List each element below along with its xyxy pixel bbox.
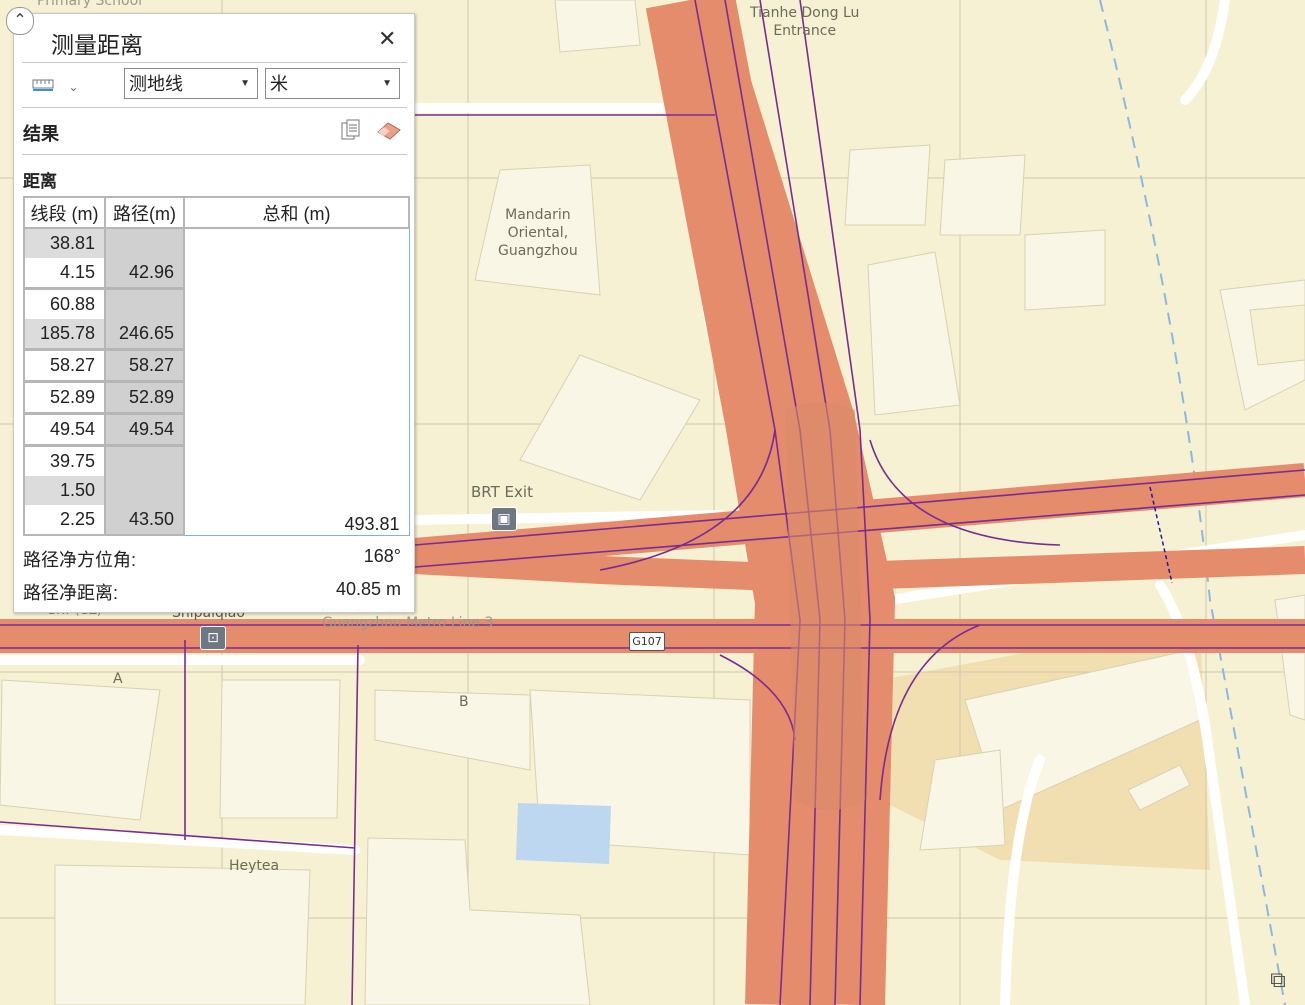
eraser-icon[interactable] (376, 120, 402, 140)
results-heading: 结果 (23, 124, 59, 144)
total-cell: 493.81 (183, 227, 410, 536)
bearing-value: 168° (363, 546, 401, 566)
path-cell: 49.54 (104, 412, 185, 446)
path-cell: 52.89 (104, 380, 185, 414)
chevron-down-icon: ⌄ (68, 80, 79, 94)
net-distance-label: 路径净距离: (23, 583, 119, 603)
segment-cell: 185.78 (23, 319, 105, 350)
path-cell (104, 287, 185, 319)
interchange-core (785, 402, 865, 810)
net-distance-value: 40.85 m (335, 579, 401, 599)
bus-icon[interactable]: ▣ (491, 507, 517, 531)
segment-cell: 2.25 (23, 505, 105, 536)
label-mandarin-oriental: Mandarin Oriental, Guangzhou (498, 207, 578, 259)
chevron-up-icon: ⌃ (13, 10, 27, 29)
path-cell: 42.96 (104, 258, 185, 289)
segment-cell: 49.54 (23, 412, 105, 446)
distance-heading: 距离 (23, 172, 57, 191)
basemap-gallery-icon: ⧉ (1270, 968, 1286, 993)
segment-cell: 4.15 (23, 258, 105, 289)
label-metro-line: Guangzhou Metro Line 3 (322, 615, 494, 631)
copy-icon[interactable] (341, 119, 361, 141)
water-pool (516, 803, 611, 864)
label-exit-b: B (459, 694, 469, 710)
label-exit-a: A (113, 671, 123, 687)
table-row: 38.81 493.81 (23, 227, 410, 536)
label-primary-school: Primary School (37, 0, 143, 9)
segment-cell: 1.50 (23, 476, 105, 505)
unit-select-value: 米 (270, 74, 288, 94)
column-header-total[interactable]: 总和 (m) (183, 196, 410, 229)
divider (22, 154, 407, 155)
ruler-icon (32, 79, 54, 91)
column-header-segment[interactable]: 线段 (m) (23, 196, 106, 229)
divider (22, 107, 407, 108)
segment-cell: 39.75 (23, 444, 105, 476)
collapse-button[interactable]: ⌃ (6, 7, 34, 35)
segment-cell: 38.81 (23, 228, 105, 258)
mode-select-value: 测地线 (129, 74, 183, 94)
divider (22, 62, 407, 63)
dropdown-arrow-icon: ▼ (240, 78, 250, 89)
map-dock-button[interactable]: ⧉ (1262, 966, 1294, 996)
label-heytea: Heytea (229, 858, 280, 874)
label-tianhe-entrance: Tianhe Dong Lu Entrance (750, 5, 860, 39)
distance-table: 线段 (m) 路径(m) 总和 (m) 38.81 493.81 4.15 42… (23, 196, 410, 536)
path-cell (104, 476, 185, 505)
segment-cell: 60.88 (23, 287, 105, 319)
bearing-label: 路径净方位角: (23, 550, 137, 570)
close-button[interactable]: ✕ (378, 26, 396, 52)
column-header-path[interactable]: 路径(m) (104, 196, 185, 229)
route-shield: G107 (629, 632, 665, 651)
path-cell (104, 228, 185, 258)
mode-select[interactable]: 测地线 ▼ (124, 68, 258, 99)
dropdown-arrow-icon: ▼ (382, 78, 392, 89)
close-icon: ✕ (378, 26, 397, 51)
segment-cell: 58.27 (23, 348, 105, 382)
label-brt-exit: BRT Exit (471, 483, 533, 501)
path-cell: 246.65 (104, 319, 185, 350)
path-cell: 58.27 (104, 348, 185, 382)
segment-cell: 52.89 (23, 380, 105, 414)
panel-title: 测量距离 (51, 32, 143, 58)
path-cell (104, 444, 185, 476)
unit-select[interactable]: 米 ▼ (265, 68, 400, 99)
metro-icon[interactable]: ⊡ (200, 626, 226, 650)
tool-dropdown[interactable]: ⌄ (32, 77, 79, 96)
path-cell: 43.50 (104, 505, 185, 536)
measure-distance-panel: 测量距离 ✕ ⌄ 测地线 ▼ 米 ▼ 结果 距离 线段 (m) 路径(m) 总和… (13, 13, 415, 613)
